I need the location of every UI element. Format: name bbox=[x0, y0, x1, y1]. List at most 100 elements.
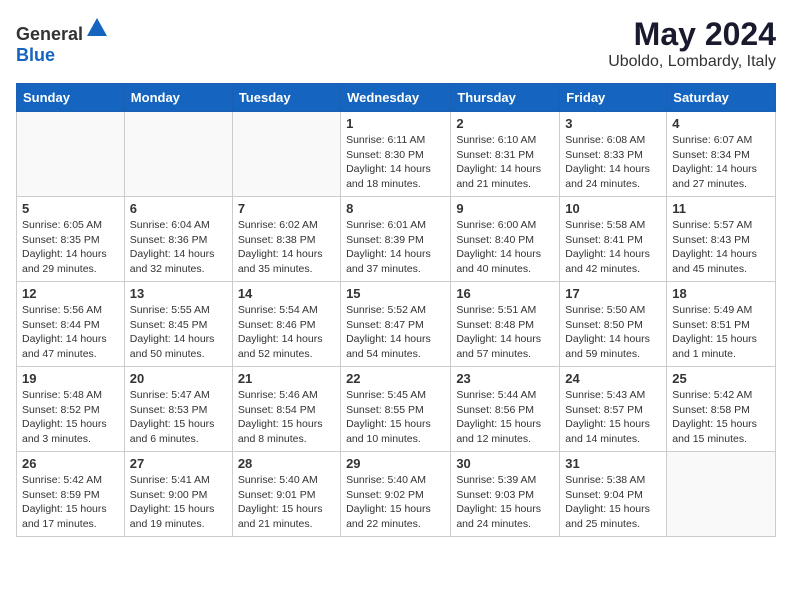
calendar-cell: 6 Sunrise: 6:04 AM Sunset: 8:36 PM Daylig… bbox=[124, 197, 232, 282]
day-number: 9 bbox=[456, 201, 554, 216]
day-number: 15 bbox=[346, 286, 445, 301]
day-info: Sunrise: 6:04 AM Sunset: 8:36 PM Dayligh… bbox=[130, 218, 227, 277]
day-info: Sunrise: 6:01 AM Sunset: 8:39 PM Dayligh… bbox=[346, 218, 445, 277]
day-number: 31 bbox=[565, 456, 661, 471]
calendar-cell: 21 Sunrise: 5:46 AM Sunset: 8:54 PM Dayli… bbox=[232, 367, 340, 452]
day-number: 6 bbox=[130, 201, 227, 216]
day-info: Sunrise: 5:38 AM Sunset: 9:04 PM Dayligh… bbox=[565, 473, 661, 532]
calendar-table: SundayMondayTuesdayWednesdayThursdayFrid… bbox=[16, 83, 776, 537]
calendar-cell bbox=[232, 112, 340, 197]
day-number: 17 bbox=[565, 286, 661, 301]
calendar-cell: 2 Sunrise: 6:10 AM Sunset: 8:31 PM Daylig… bbox=[451, 112, 560, 197]
calendar-cell bbox=[667, 452, 776, 537]
day-number: 19 bbox=[22, 371, 119, 386]
calendar-cell: 31 Sunrise: 5:38 AM Sunset: 9:04 PM Dayli… bbox=[560, 452, 667, 537]
calendar-cell: 14Sunrise: 5:54 AM Sunset: 8:46 PM Dayli… bbox=[232, 282, 340, 367]
day-info: Sunrise: 6:10 AM Sunset: 8:31 PM Dayligh… bbox=[456, 133, 554, 192]
day-info: Sunrise: 6:05 AM Sunset: 8:35 PM Dayligh… bbox=[22, 218, 119, 277]
day-info: Sunrise: 5:39 AM Sunset: 9:03 PM Dayligh… bbox=[456, 473, 554, 532]
day-number: 7 bbox=[238, 201, 335, 216]
calendar-cell: 18 Sunrise: 5:49 AM Sunset: 8:51 PM Dayli… bbox=[667, 282, 776, 367]
day-info: Sunrise: 5:48 AM Sunset: 8:52 PM Dayligh… bbox=[22, 388, 119, 447]
weekday-wednesday: Wednesday bbox=[341, 84, 451, 112]
day-number: 11 bbox=[672, 201, 770, 216]
day-info: Sunrise: 5:51 AM Sunset: 8:48 PM Dayligh… bbox=[456, 303, 554, 362]
day-number: 12 bbox=[22, 286, 119, 301]
day-number: 21 bbox=[238, 371, 335, 386]
day-number: 16 bbox=[456, 286, 554, 301]
day-info: Sunrise: 5:46 AM Sunset: 8:54 PM Dayligh… bbox=[238, 388, 335, 447]
calendar-cell: 9 Sunrise: 6:00 AM Sunset: 8:40 PM Daylig… bbox=[451, 197, 560, 282]
calendar-cell: 28 Sunrise: 5:40 AM Sunset: 9:01 PM Dayli… bbox=[232, 452, 340, 537]
day-number: 2 bbox=[456, 116, 554, 131]
calendar-cell: 20 Sunrise: 5:47 AM Sunset: 8:53 PM Dayli… bbox=[124, 367, 232, 452]
week-row-5: 26Sunrise: 5:42 AM Sunset: 8:59 PM Dayli… bbox=[17, 452, 776, 537]
logo-blue: Blue bbox=[16, 45, 55, 65]
day-number: 4 bbox=[672, 116, 770, 131]
day-info: Sunrise: 6:00 AM Sunset: 8:40 PM Dayligh… bbox=[456, 218, 554, 277]
day-info: Sunrise: 6:02 AM Sunset: 8:38 PM Dayligh… bbox=[238, 218, 335, 277]
day-info: Sunrise: 5:41 AM Sunset: 9:00 PM Dayligh… bbox=[130, 473, 227, 532]
calendar-cell: 15 Sunrise: 5:52 AM Sunset: 8:47 PM Dayli… bbox=[341, 282, 451, 367]
location-title: Uboldo, Lombardy, Italy bbox=[608, 53, 776, 71]
week-row-2: 5 Sunrise: 6:05 AM Sunset: 8:35 PM Daylig… bbox=[17, 197, 776, 282]
day-number: 18 bbox=[672, 286, 770, 301]
calendar-cell: 8 Sunrise: 6:01 AM Sunset: 8:39 PM Daylig… bbox=[341, 197, 451, 282]
calendar-cell: 29 Sunrise: 5:40 AM Sunset: 9:02 PM Dayli… bbox=[341, 452, 451, 537]
day-number: 20 bbox=[130, 371, 227, 386]
calendar-cell: 17Sunrise: 5:50 AM Sunset: 8:50 PM Dayli… bbox=[560, 282, 667, 367]
day-info: Sunrise: 5:49 AM Sunset: 8:51 PM Dayligh… bbox=[672, 303, 770, 362]
day-info: Sunrise: 5:40 AM Sunset: 9:02 PM Dayligh… bbox=[346, 473, 445, 532]
weekday-tuesday: Tuesday bbox=[232, 84, 340, 112]
day-info: Sunrise: 5:45 AM Sunset: 8:55 PM Dayligh… bbox=[346, 388, 445, 447]
week-row-3: 12Sunrise: 5:56 AM Sunset: 8:44 PM Dayli… bbox=[17, 282, 776, 367]
day-info: Sunrise: 5:42 AM Sunset: 8:58 PM Dayligh… bbox=[672, 388, 770, 447]
day-info: Sunrise: 5:43 AM Sunset: 8:57 PM Dayligh… bbox=[565, 388, 661, 447]
month-title: May 2024 bbox=[608, 16, 776, 53]
day-info: Sunrise: 6:07 AM Sunset: 8:34 PM Dayligh… bbox=[672, 133, 770, 192]
weekday-thursday: Thursday bbox=[451, 84, 560, 112]
day-number: 23 bbox=[456, 371, 554, 386]
day-number: 30 bbox=[456, 456, 554, 471]
day-number: 24 bbox=[565, 371, 661, 386]
calendar-cell: 7 Sunrise: 6:02 AM Sunset: 8:38 PM Daylig… bbox=[232, 197, 340, 282]
day-info: Sunrise: 5:40 AM Sunset: 9:01 PM Dayligh… bbox=[238, 473, 335, 532]
day-number: 5 bbox=[22, 201, 119, 216]
day-number: 28 bbox=[238, 456, 335, 471]
day-info: Sunrise: 5:54 AM Sunset: 8:46 PM Dayligh… bbox=[238, 303, 335, 362]
calendar-cell: 26Sunrise: 5:42 AM Sunset: 8:59 PM Dayli… bbox=[17, 452, 125, 537]
day-number: 3 bbox=[565, 116, 661, 131]
day-number: 10 bbox=[565, 201, 661, 216]
calendar-cell: 16 Sunrise: 5:51 AM Sunset: 8:48 PM Dayli… bbox=[451, 282, 560, 367]
day-number: 25 bbox=[672, 371, 770, 386]
logo-content: General Blue bbox=[16, 16, 109, 66]
calendar-cell: 5 Sunrise: 6:05 AM Sunset: 8:35 PM Daylig… bbox=[17, 197, 125, 282]
day-number: 1 bbox=[346, 116, 445, 131]
calendar-cell: 12Sunrise: 5:56 AM Sunset: 8:44 PM Dayli… bbox=[17, 282, 125, 367]
day-number: 29 bbox=[346, 456, 445, 471]
weekday-friday: Friday bbox=[560, 84, 667, 112]
day-info: Sunrise: 5:58 AM Sunset: 8:41 PM Dayligh… bbox=[565, 218, 661, 277]
calendar-cell: 11 Sunrise: 5:57 AM Sunset: 8:43 PM Dayli… bbox=[667, 197, 776, 282]
calendar-cell: 13Sunrise: 5:55 AM Sunset: 8:45 PM Dayli… bbox=[124, 282, 232, 367]
day-info: Sunrise: 6:11 AM Sunset: 8:30 PM Dayligh… bbox=[346, 133, 445, 192]
calendar-cell: 4 Sunrise: 6:07 AM Sunset: 8:34 PM Daylig… bbox=[667, 112, 776, 197]
week-row-4: 19 Sunrise: 5:48 AM Sunset: 8:52 PM Dayli… bbox=[17, 367, 776, 452]
day-info: Sunrise: 6:08 AM Sunset: 8:33 PM Dayligh… bbox=[565, 133, 661, 192]
logo: General Blue bbox=[16, 16, 109, 66]
calendar-cell: 1 Sunrise: 6:11 AM Sunset: 8:30 PM Daylig… bbox=[341, 112, 451, 197]
day-info: Sunrise: 5:57 AM Sunset: 8:43 PM Dayligh… bbox=[672, 218, 770, 277]
calendar-cell: 22 Sunrise: 5:45 AM Sunset: 8:55 PM Dayli… bbox=[341, 367, 451, 452]
weekday-sunday: Sunday bbox=[17, 84, 125, 112]
day-info: Sunrise: 5:52 AM Sunset: 8:47 PM Dayligh… bbox=[346, 303, 445, 362]
logo-general: General bbox=[16, 24, 83, 44]
day-info: Sunrise: 5:55 AM Sunset: 8:45 PM Dayligh… bbox=[130, 303, 227, 362]
day-info: Sunrise: 5:44 AM Sunset: 8:56 PM Dayligh… bbox=[456, 388, 554, 447]
logo-icon bbox=[85, 16, 109, 40]
calendar-cell: 25 Sunrise: 5:42 AM Sunset: 8:58 PM Dayli… bbox=[667, 367, 776, 452]
calendar-cell: 27Sunrise: 5:41 AM Sunset: 9:00 PM Dayli… bbox=[124, 452, 232, 537]
day-info: Sunrise: 5:47 AM Sunset: 8:53 PM Dayligh… bbox=[130, 388, 227, 447]
day-number: 8 bbox=[346, 201, 445, 216]
calendar-cell: 24 Sunrise: 5:43 AM Sunset: 8:57 PM Dayli… bbox=[560, 367, 667, 452]
day-number: 22 bbox=[346, 371, 445, 386]
